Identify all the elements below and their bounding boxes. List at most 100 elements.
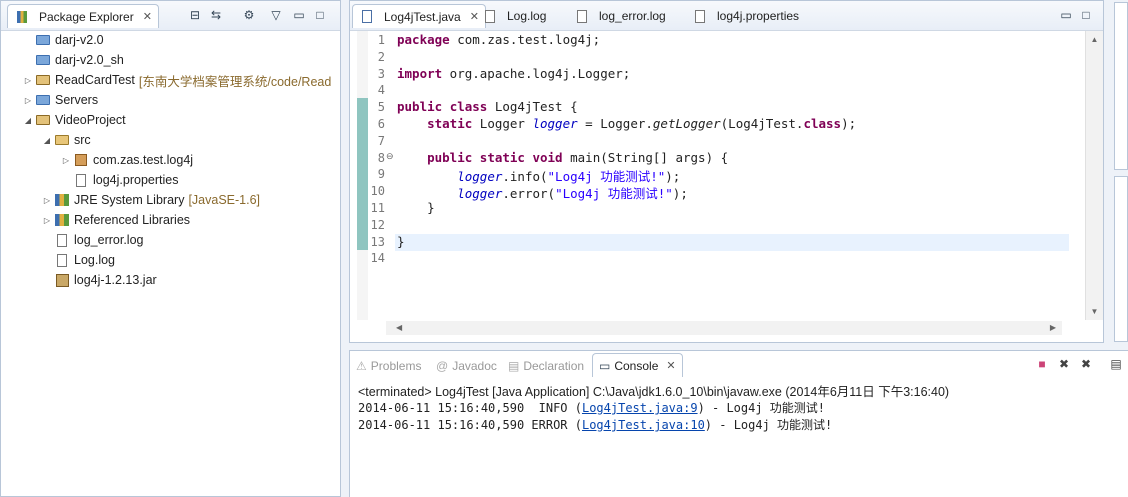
line-number: 10 [370, 184, 385, 199]
tree-item[interactable]: darj-v2.0_sh [23, 50, 124, 70]
vertical-scrollbar[interactable]: ▲ ▼ [1085, 31, 1103, 320]
editor-tab-label: log4j.properties [717, 9, 800, 23]
expand-toggle-icon[interactable]: ◢ [23, 116, 33, 125]
tree-item-decoration: [东南大学档案管理系统/code/Read [138, 74, 332, 89]
source-folder-icon [54, 132, 70, 148]
tree-item[interactable]: ◢ src [42, 130, 91, 150]
source-link[interactable]: Log4jTest.java:10 [582, 418, 705, 432]
line-number: 4 [377, 83, 385, 98]
remove-all-launches-icon[interactable]: ✖ [1078, 356, 1094, 372]
tab-console[interactable]: ▭ Console ✕ [592, 353, 683, 377]
remove-launch-icon[interactable]: ✖ [1056, 356, 1072, 372]
line-number: 3 [377, 66, 385, 81]
tab-declaration[interactable]: ▤ Declaration [508, 355, 584, 377]
tree-item[interactable]: log4j.properties [61, 170, 178, 190]
code-token: } [397, 233, 405, 249]
code-token: } [397, 200, 435, 215]
tab-javadoc[interactable]: @ Javadoc [436, 355, 497, 377]
scroll-up-icon[interactable]: ▲ [1086, 35, 1103, 44]
clear-console-icon[interactable]: ▤ [1108, 356, 1124, 372]
console-line-prefix: 2014-06-11 15:16:40,590 ERROR ( [358, 418, 582, 432]
expand-toggle-icon[interactable]: ◢ [42, 136, 52, 145]
tree-item[interactable]: log4j-1.2.13.jar [42, 270, 157, 290]
outline-view-stub[interactable] [1114, 2, 1128, 170]
expand-toggle-icon[interactable]: ▷ [23, 76, 33, 85]
tree-item[interactable]: ▷ JRE System Library [JavaSE-1.6] [42, 190, 260, 210]
current-line-highlight [395, 234, 1069, 251]
horizontal-scrollbar[interactable]: ◀ ▶ [386, 321, 1062, 335]
code-token: logger [457, 169, 503, 185]
file-icon [482, 8, 498, 24]
tree-item[interactable]: ▷ Servers [23, 90, 98, 110]
close-icon[interactable]: ✕ [143, 10, 152, 23]
tree-item[interactable]: log_error.log [42, 230, 144, 250]
tab-log-error-log[interactable]: log_error.log [568, 4, 672, 28]
code-token: Logger [472, 116, 533, 131]
code-line: import org.apache.log4j.Logger; [397, 66, 630, 81]
minimize-icon[interactable]: ▭ [291, 7, 307, 23]
code-token: static [479, 149, 525, 165]
code-token: class [803, 116, 842, 131]
tree-item[interactable]: Log.log [42, 250, 115, 270]
tab-problems[interactable]: ⚠ Problems [356, 355, 421, 377]
fold-toggle-icon[interactable]: ⊖ [386, 151, 394, 162]
tree-item[interactable]: ◢ VideoProject [23, 110, 126, 130]
minimize-icon[interactable]: ▭ [1058, 7, 1074, 23]
code-token: public [427, 149, 473, 165]
library-icon [54, 212, 70, 228]
tree-item-label: VideoProject [55, 113, 126, 127]
code-token: Log4jTest { [487, 99, 578, 115]
code-editor[interactable]: 1 2 3 4 5 6 7 8 9 10 11 12 13 14 ⊖ package com.zas.te… [351, 31, 1102, 320]
line-number: 13 [370, 234, 385, 249]
code-token: getLogger [652, 116, 721, 131]
terminate-icon[interactable]: ■ [1034, 356, 1050, 372]
scroll-left-icon[interactable]: ◀ [396, 323, 402, 332]
tree-item-label: Servers [55, 93, 99, 107]
tree-item-decoration: [JavaSE-1.6] [188, 193, 261, 207]
tree-item[interactable]: ▷ Referenced Libraries [42, 210, 190, 230]
code-token: logger [532, 116, 578, 131]
tab-log4jtest-java[interactable]: Log4jTest.java ✕ [352, 4, 486, 28]
tab-label: Problems [370, 359, 422, 373]
tree-item-label: darj-v2.0 [55, 33, 104, 47]
tree-item[interactable]: darj-v2.0 [23, 30, 104, 50]
tab-package-explorer[interactable]: Package Explorer ✕ [7, 4, 159, 28]
source-link[interactable]: Log4jTest.java:9 [582, 401, 698, 415]
tree-item[interactable]: ▷ ReadCardTest [东南大学档案管理系统/code/Read [23, 70, 331, 90]
code-token: org.apache.log4j.Logger; [442, 65, 631, 81]
maximize-icon[interactable]: □ [1078, 7, 1094, 23]
link-with-editor-icon[interactable]: ⇆ [208, 7, 224, 23]
tree-item-label: Log.log [74, 253, 116, 267]
code-token: class [449, 99, 488, 115]
filter-icon[interactable]: ⚙ [241, 7, 257, 23]
expand-toggle-icon[interactable]: ▷ [42, 196, 52, 205]
tree-item[interactable]: ▷ com.zas.test.log4j [61, 150, 193, 170]
scroll-right-icon[interactable]: ▶ [1050, 323, 1056, 332]
scroll-down-icon[interactable]: ▼ [1086, 307, 1103, 316]
editor-tab-label: Log.log [507, 9, 547, 23]
line-number: 7 [377, 133, 385, 148]
tab-label: Javadoc [452, 359, 497, 373]
code-token: ); [672, 186, 688, 202]
tree-item-label: darj-v2.0_sh [55, 53, 124, 67]
line-number: 6 [377, 117, 385, 131]
code-line: package com.zas.test.log4j; [397, 32, 600, 47]
tab-log4j-properties[interactable]: log4j.properties [686, 4, 805, 28]
console-line-suffix: ) - Log4j 功能测试! [704, 418, 833, 432]
view-menu-chevron-down-icon[interactable]: ▽ [268, 7, 284, 23]
task-view-stub[interactable] [1114, 176, 1128, 342]
code-token: ); [841, 116, 857, 131]
line-number: 5 [377, 100, 385, 115]
at-icon: @ [436, 359, 449, 373]
expand-toggle-icon[interactable]: ▷ [42, 216, 52, 225]
maximize-icon[interactable]: □ [312, 7, 328, 23]
code-token: static [427, 116, 473, 131]
code-token: import [397, 65, 443, 81]
package-explorer-view: Package Explorer ✕ ⊟ ⇆ ⚙ ▽ ▭ □ darj-v2.0… [0, 0, 341, 497]
collapse-all-icon[interactable]: ⊟ [187, 7, 203, 23]
close-icon[interactable]: ✕ [666, 359, 675, 372]
expand-toggle-icon[interactable]: ▷ [23, 96, 33, 105]
expand-toggle-icon[interactable]: ▷ [61, 156, 71, 165]
tab-log-log[interactable]: Log.log [476, 4, 552, 28]
